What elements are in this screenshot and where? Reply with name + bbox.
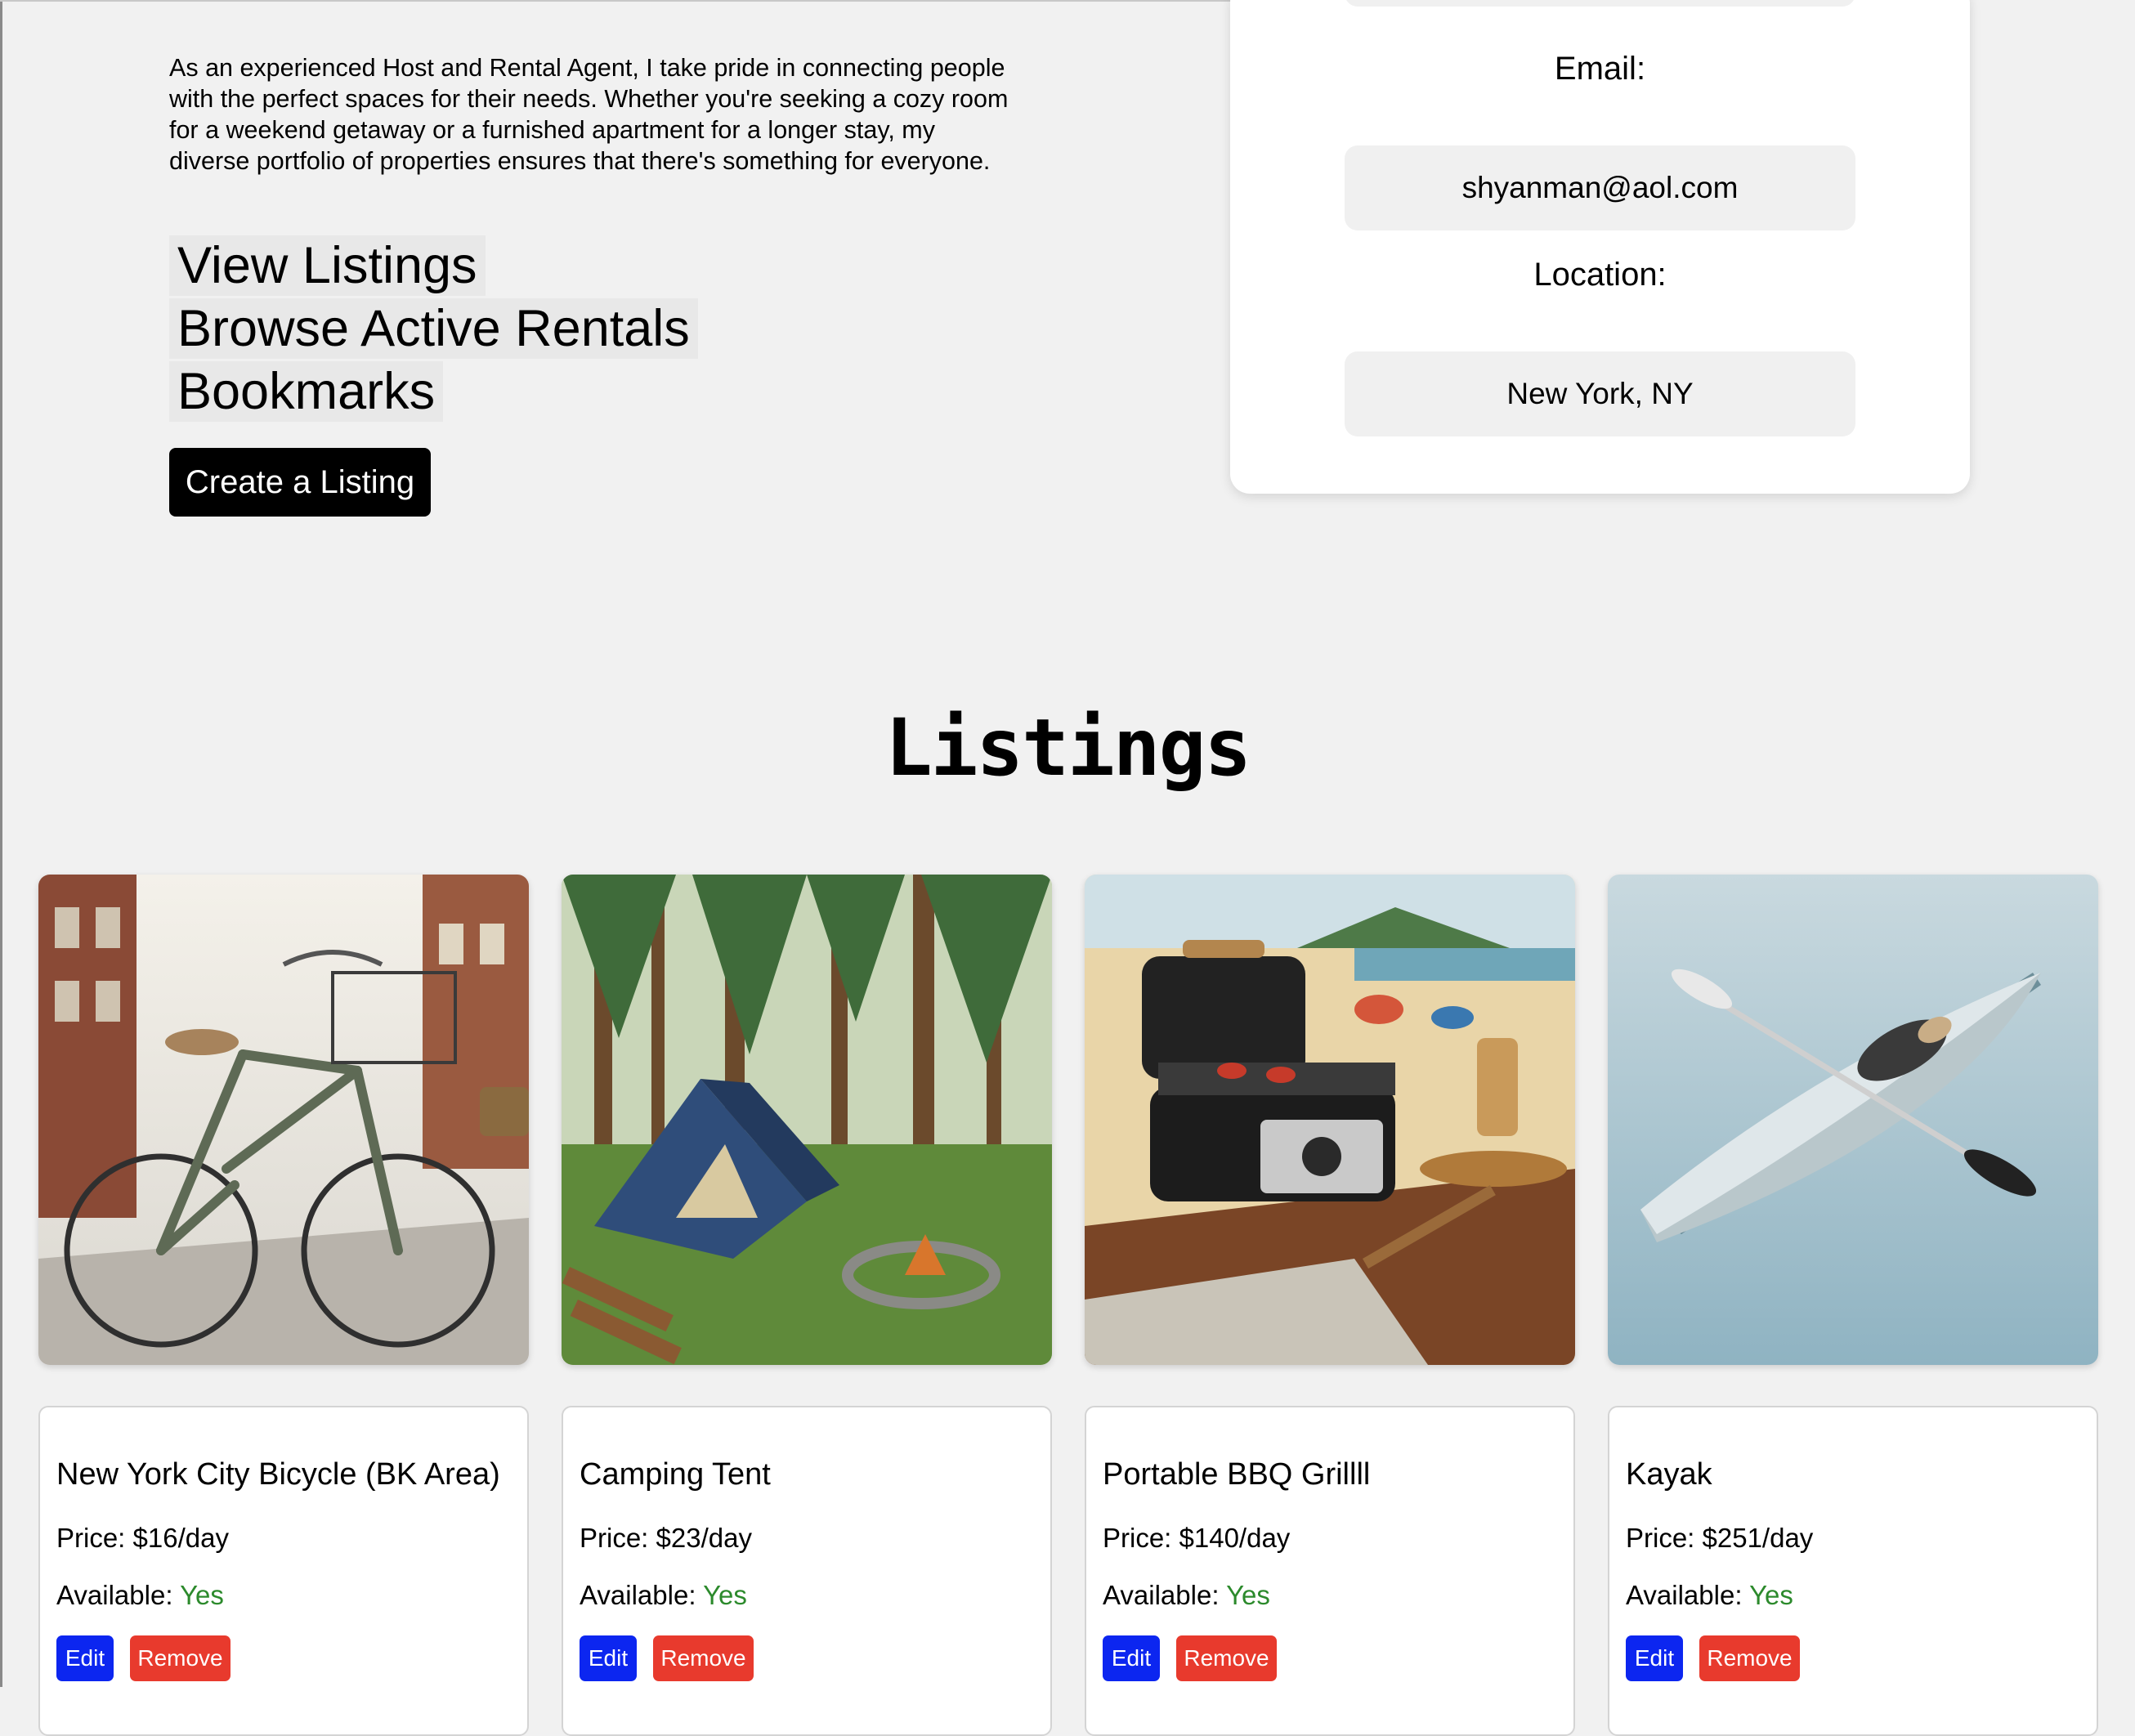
available-value: Yes bbox=[1749, 1580, 1793, 1610]
page-left-border bbox=[0, 0, 2, 1687]
listing-availability: Available: Yes bbox=[580, 1579, 747, 1612]
available-label: Available: bbox=[1103, 1580, 1220, 1610]
edit-button[interactable]: Edit bbox=[1103, 1635, 1160, 1681]
profile-links: View Listings Browse Active Rentals Book… bbox=[169, 235, 698, 424]
listing-price: Price: $16/day bbox=[56, 1523, 229, 1553]
available-label: Available: bbox=[56, 1580, 173, 1610]
listing-price: Price: $140/day bbox=[1103, 1523, 1291, 1553]
available-value: Yes bbox=[1226, 1580, 1270, 1610]
edit-button[interactable]: Edit bbox=[1626, 1635, 1683, 1681]
tent-image[interactable] bbox=[562, 875, 1052, 1365]
listing-availability: Available: Yes bbox=[56, 1579, 224, 1612]
bicycle-image[interactable] bbox=[38, 875, 529, 1365]
listing-title: Kayak bbox=[1626, 1457, 1712, 1492]
page-top-border bbox=[0, 0, 1230, 2]
listing-title: Portable BBQ Grillll bbox=[1103, 1457, 1371, 1492]
bookmarks-link[interactable]: Bookmarks bbox=[169, 361, 444, 422]
remove-button[interactable]: Remove bbox=[1699, 1635, 1800, 1681]
browse-active-rentals-link[interactable]: Browse Active Rentals bbox=[169, 298, 698, 359]
remove-button[interactable]: Remove bbox=[653, 1635, 754, 1681]
remove-button[interactable]: Remove bbox=[1176, 1635, 1277, 1681]
edit-button[interactable]: Edit bbox=[580, 1635, 637, 1681]
email-field: shyanman@aol.com bbox=[1345, 145, 1855, 230]
profile-card: Email: shyanman@aol.com Location: New Yo… bbox=[1230, 0, 1970, 494]
listings-heading: Listings bbox=[884, 702, 1251, 794]
host-bio: As an experienced Host and Rental Agent,… bbox=[169, 54, 1009, 175]
listing-availability: Available: Yes bbox=[1103, 1579, 1270, 1612]
listing-card: Camping Tent Price: $23/day Available: Y… bbox=[562, 1406, 1052, 1736]
location-field: New York, NY bbox=[1345, 351, 1855, 436]
listing-card: Portable BBQ Grillll Price: $140/day Ava… bbox=[1085, 1406, 1575, 1736]
email-label: Email: bbox=[1554, 51, 1646, 87]
available-label: Available: bbox=[1626, 1580, 1743, 1610]
kayak-image[interactable] bbox=[1608, 875, 2098, 1365]
bbq-grill-image[interactable] bbox=[1085, 875, 1575, 1365]
available-value: Yes bbox=[180, 1580, 224, 1610]
location-label: Location: bbox=[1533, 257, 1667, 293]
create-listing-button[interactable]: Create a Listing bbox=[169, 448, 431, 517]
listing-price: Price: $23/day bbox=[580, 1523, 752, 1553]
listing-card: New York City Bicycle (BK Area) Price: $… bbox=[38, 1406, 529, 1736]
listing-title: Camping Tent bbox=[580, 1457, 771, 1492]
listing-card: Kayak Price: $251/day Available: Yes Edi… bbox=[1608, 1406, 2098, 1736]
remove-button[interactable]: Remove bbox=[130, 1635, 231, 1681]
available-label: Available: bbox=[580, 1580, 696, 1610]
listing-title: New York City Bicycle (BK Area) bbox=[56, 1457, 500, 1492]
available-value: Yes bbox=[703, 1580, 747, 1610]
edit-button[interactable]: Edit bbox=[56, 1635, 114, 1681]
listing-availability: Available: Yes bbox=[1626, 1579, 1793, 1612]
view-listings-link[interactable]: View Listings bbox=[169, 235, 486, 296]
profile-field-top-partial bbox=[1345, 0, 1855, 7]
listing-price: Price: $251/day bbox=[1626, 1523, 1814, 1553]
